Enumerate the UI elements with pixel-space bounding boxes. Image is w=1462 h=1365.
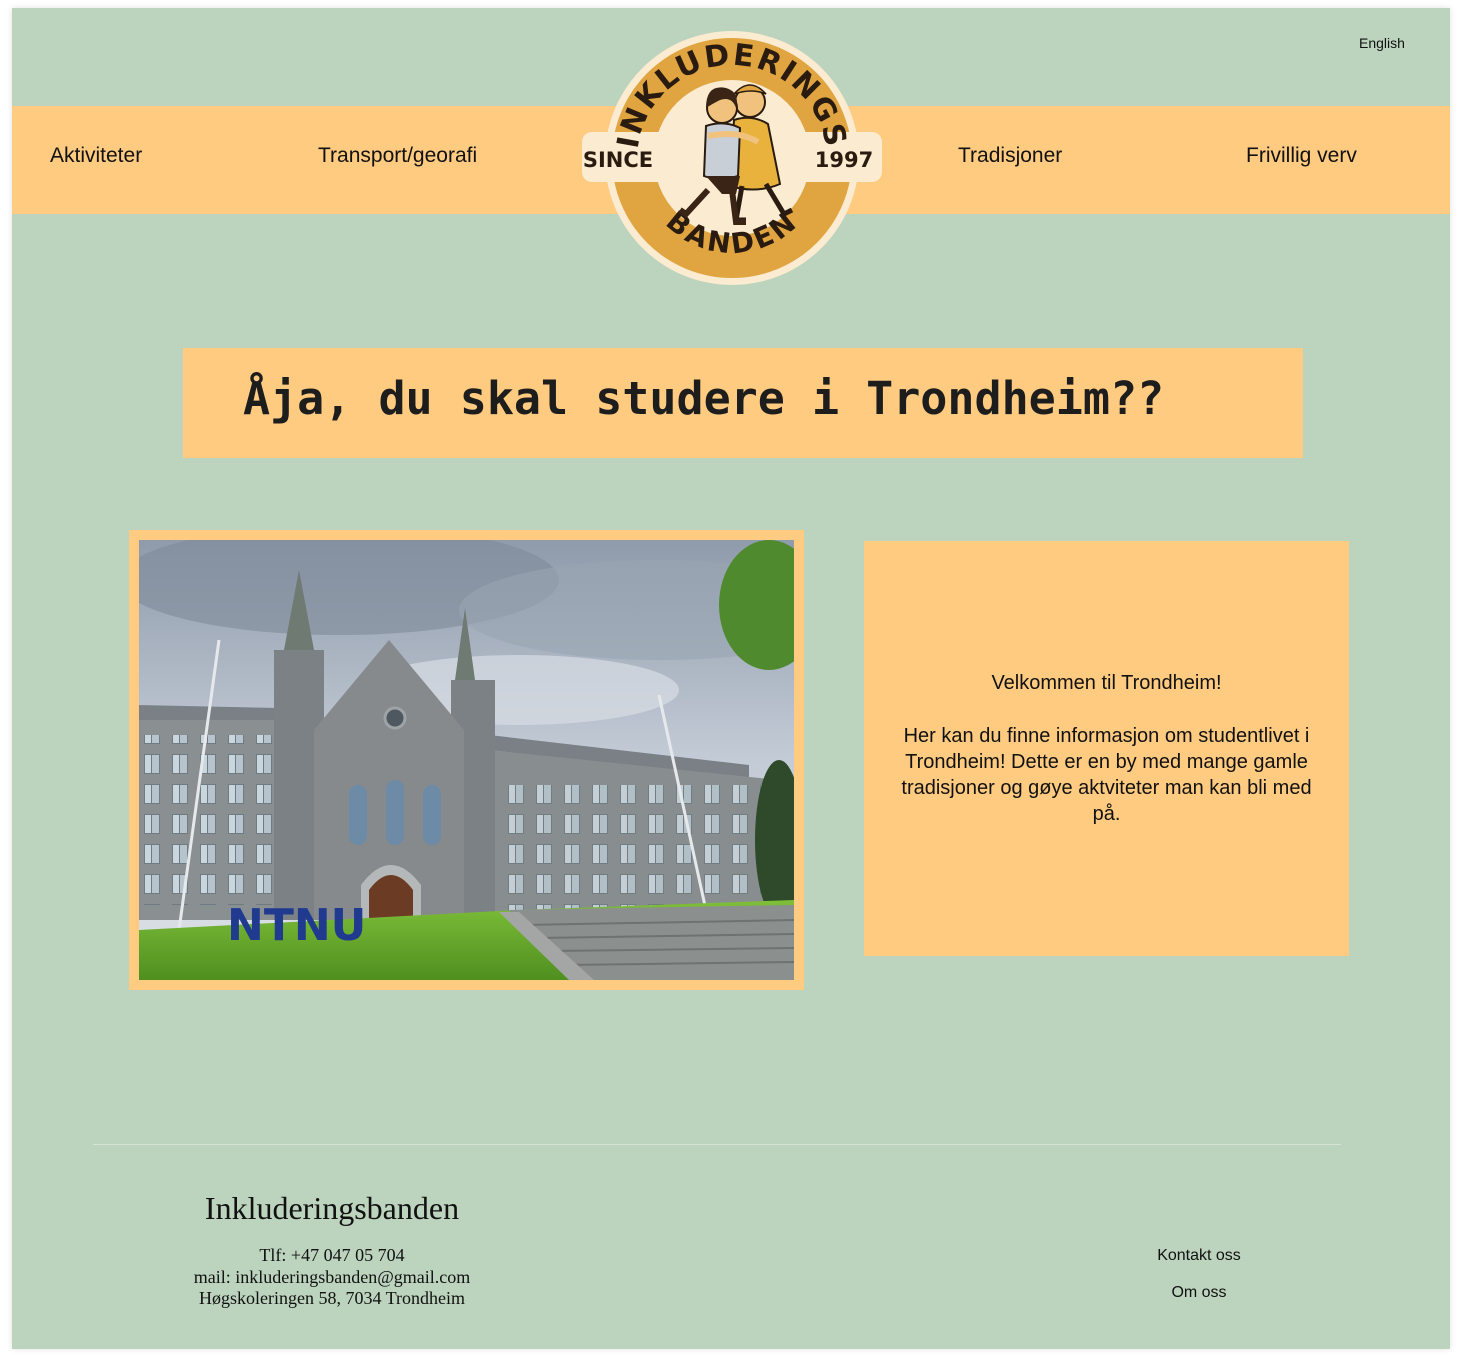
nav-item-tradisjoner[interactable]: Tradisjoner [958, 144, 1062, 168]
footer-divider [93, 1144, 1341, 1145]
footer-email: mail: inkluderingsbanden@gmail.com [193, 1267, 471, 1287]
footer-brand: Inkluderingsbanden [204, 1190, 460, 1226]
ntnu-building-photo: NTNU [139, 540, 794, 980]
photo-frame: NTNU [129, 530, 804, 990]
footer-link-kontakt-oss[interactable]: Kontakt oss [1099, 1247, 1299, 1265]
headline-banner: Åja, du skal studere i Trondheim?? [183, 348, 1303, 458]
nav-item-aktiviteter[interactable]: Aktiviteter [50, 144, 142, 168]
welcome-card: Velkommen til Trondheim! Her kan du finn… [864, 541, 1349, 956]
logo-year-text: 1997 [815, 148, 873, 172]
footer-address: Høgskoleringen 58, 7034 Trondheim [198, 1288, 465, 1308]
logo-since-text: SINCE [583, 148, 653, 172]
site-logo[interactable]: INKLUDERINGS BANDEN SINCE 1997 [582, 28, 882, 288]
footer-link-om-oss[interactable]: Om oss [1099, 1284, 1299, 1302]
page-title: Åja, du skal studere i Trondheim?? [243, 372, 1165, 425]
footer-phone: Tlf: +47 047 05 704 [259, 1245, 405, 1265]
language-toggle[interactable]: English [1359, 35, 1405, 51]
welcome-text: Her kan du finne informasjon om studentl… [901, 725, 1312, 825]
welcome-title: Velkommen til Trondheim! [991, 672, 1222, 694]
page: English Aktiviteter Transport/georafi Tr… [12, 8, 1450, 1349]
ntnu-sign: NTNU [227, 900, 366, 951]
nav-item-transport[interactable]: Transport/georafi [318, 144, 477, 168]
nav-item-frivillig-verv[interactable]: Frivillig verv [1246, 144, 1357, 168]
